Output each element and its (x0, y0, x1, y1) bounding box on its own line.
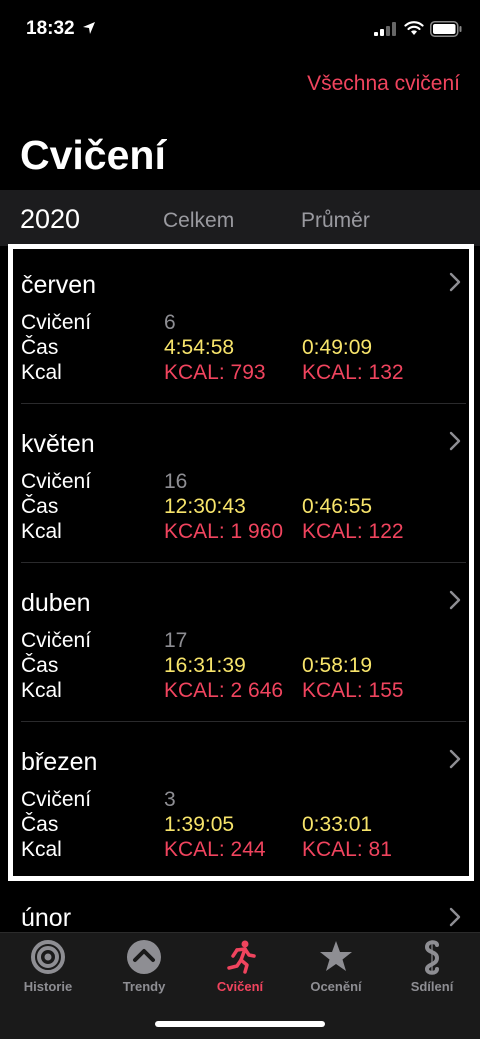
tab-label: Ocenění (310, 979, 362, 994)
home-indicator[interactable] (155, 1021, 325, 1027)
awards-star-icon (320, 941, 352, 971)
sharing-icon (424, 940, 440, 975)
tab-label: Sdílení (410, 979, 454, 994)
tab-history[interactable]: Historie (0, 939, 96, 994)
status-bar: 18:32 (0, 0, 480, 58)
tab-workouts[interactable]: Cvičení (192, 939, 288, 994)
trends-chevron-icon (127, 940, 161, 974)
highlight-frame (8, 244, 474, 881)
tab-label: Trendy (122, 979, 166, 994)
chevron-right-icon (449, 907, 461, 927)
wifi-icon (404, 21, 424, 35)
tab-awards[interactable]: Ocenění (288, 939, 384, 994)
column-header-total: Celkem (163, 209, 235, 232)
status-time: 18:32 (26, 18, 75, 39)
history-rings-icon (31, 940, 65, 974)
tab-sharing[interactable]: Sdílení (384, 939, 480, 994)
column-header-average: Průměr (301, 209, 370, 232)
tab-label: Cvičení (216, 979, 264, 994)
cell-signal-icon (374, 22, 396, 36)
all-workouts-link[interactable]: Všechna cvičení (307, 72, 460, 96)
year-section-header: 2020 Celkem Průměr (0, 190, 480, 246)
month-name: únor (21, 904, 72, 932)
tab-label: Historie (23, 979, 73, 994)
battery-icon (430, 21, 462, 37)
location-arrow-icon (83, 22, 95, 34)
tab-trends[interactable]: Trendy (96, 939, 192, 994)
month-row-unor[interactable]: únor (0, 880, 480, 932)
page-title: Cvičení (20, 132, 166, 178)
year-label: 2020 (20, 204, 81, 234)
running-figure-icon (227, 940, 256, 974)
